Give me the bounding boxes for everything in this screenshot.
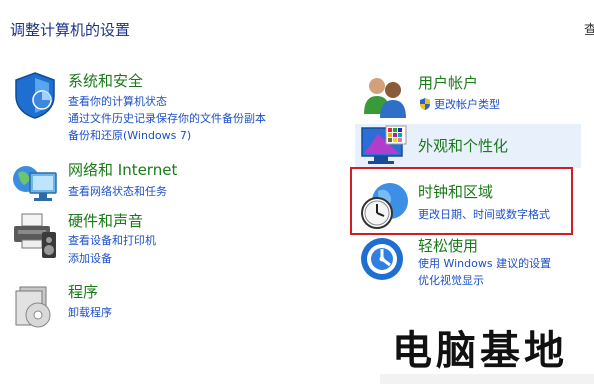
uac-shield-icon xyxy=(418,96,432,110)
programs-icon[interactable] xyxy=(10,281,60,331)
category-appearance: 外观和个性化 xyxy=(360,124,580,168)
view-by-label[interactable]: 查 xyxy=(584,19,594,38)
link-change-account-type[interactable]: 更改帐户类型 xyxy=(434,96,500,112)
link-uninstall-program[interactable]: 卸载程序 xyxy=(68,304,112,320)
link-view-computer-status[interactable]: 查看你的计算机状态 xyxy=(68,93,167,109)
category-title[interactable]: 用户帐户 xyxy=(418,72,478,93)
category-network-internet: 网络和 Internet 查看网络状态和任务 xyxy=(10,159,310,204)
link-add-device[interactable]: 添加设备 xyxy=(68,250,112,266)
category-title[interactable]: 外观和个性化 xyxy=(418,135,508,156)
link-file-history[interactable]: 通过文件历史记录保存你的文件备份副本 xyxy=(68,110,266,126)
category-programs: 程序 卸载程序 xyxy=(10,281,310,331)
page-title: 调整计算机的设置 xyxy=(10,21,131,39)
link-backup-restore[interactable]: 备份和还原(Windows 7) xyxy=(68,127,191,143)
watermark-logo: 电脑基地 xyxy=(392,328,568,374)
users-icon[interactable] xyxy=(360,72,410,122)
link-optimize-visual-display[interactable]: 优化视觉显示 xyxy=(418,272,484,288)
shield-icon[interactable] xyxy=(10,70,60,120)
link-devices-printers[interactable]: 查看设备和打印机 xyxy=(68,232,156,248)
category-title[interactable]: 系统和安全 xyxy=(68,70,143,91)
ease-of-access-icon[interactable] xyxy=(360,235,410,285)
category-system-security: 系统和安全 查看你的计算机状态 通过文件历史记录保存你的文件备份副本 备份和还原… xyxy=(10,70,310,145)
link-windows-recommended-settings[interactable]: 使用 Windows 建议的设置 xyxy=(418,255,551,271)
category-user-accounts: 用户帐户 更改帐户类型 xyxy=(360,72,590,118)
category-title[interactable]: 轻松使用 xyxy=(418,235,478,256)
category-title[interactable]: 硬件和声音 xyxy=(68,210,143,231)
category-title[interactable]: 网络和 Internet xyxy=(68,159,177,180)
category-title[interactable]: 程序 xyxy=(68,281,98,302)
category-ease-of-access: 轻松使用 使用 Windows 建议的设置 优化视觉显示 xyxy=(360,235,592,290)
category-hardware-sound: 硬件和声音 查看设备和打印机 添加设备 xyxy=(10,210,310,265)
selection-highlight-box xyxy=(350,167,573,235)
printer-icon[interactable] xyxy=(10,210,60,260)
link-view-network-status[interactable]: 查看网络状态和任务 xyxy=(68,183,167,199)
network-icon[interactable] xyxy=(10,159,60,209)
